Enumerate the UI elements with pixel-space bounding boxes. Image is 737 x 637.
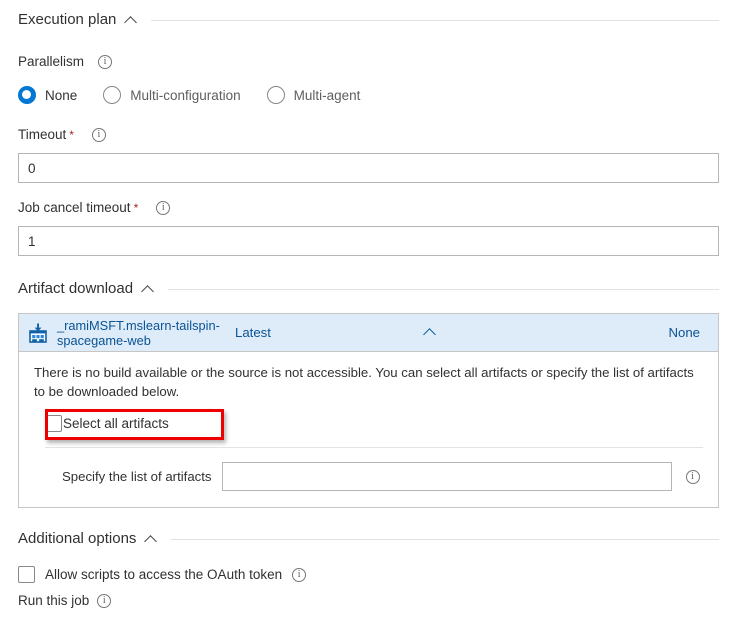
chevron-up-icon-artifact-download[interactable] (142, 283, 155, 296)
info-icon-timeout[interactable] (91, 128, 106, 142)
radio-option-multi-configuration[interactable]: Multi-configuration (103, 86, 241, 104)
specify-artifacts-label: Specify the list of artifacts (62, 469, 212, 484)
chevron-up-icon-artifact[interactable] (424, 326, 437, 339)
info-icon-run-this-job[interactable] (97, 593, 112, 608)
job-cancel-timeout-input[interactable]: 1 (18, 226, 719, 256)
run-this-job-label: Run this job (18, 593, 90, 608)
artifact-name: _ramiMSFT.mslearn-tailspin-spacegame-web (57, 317, 220, 348)
job-cancel-timeout-label-row: Job cancel timeout * (0, 200, 737, 216)
radio-label-none: None (45, 87, 78, 103)
section-header-artifact-download[interactable]: Artifact download (0, 280, 737, 298)
radio-label-multi-configuration: Multi-configuration (130, 87, 241, 103)
info-icon-allow-oauth-token[interactable] (292, 567, 307, 582)
section-divider (171, 538, 719, 540)
artifact-expand-toggle[interactable] (410, 326, 450, 339)
section-divider (168, 288, 719, 290)
radio-mark-none[interactable] (18, 86, 36, 104)
timeout-label-row: Timeout * (0, 127, 737, 143)
select-all-artifacts-label: Select all artifacts (63, 416, 169, 431)
timeout-input-value: 0 (28, 160, 36, 176)
artifact-version: Latest (235, 325, 271, 340)
select-all-artifacts-checkbox[interactable] (45, 415, 62, 432)
radio-option-multi-agent[interactable]: Multi-agent (266, 86, 361, 104)
section-title-execution-plan: Execution plan (18, 11, 117, 28)
job-cancel-timeout-input-value: 1 (28, 233, 36, 249)
specify-artifacts-row: Specify the list of artifacts (62, 462, 703, 491)
radio-option-none[interactable]: None (18, 86, 77, 104)
artifact-no-build-message: There is no build available or the sourc… (34, 365, 694, 399)
run-this-job-row: Run this job (0, 593, 737, 608)
allow-oauth-token-checkbox[interactable] (18, 566, 35, 583)
section-header-additional-options[interactable]: Additional options (0, 530, 737, 548)
specify-artifacts-input[interactable] (221, 462, 672, 491)
artifact-download-icon (27, 322, 49, 344)
select-all-artifacts-checkbox-row[interactable]: Select all artifacts (45, 415, 169, 432)
section-title-artifact-download: Artifact download (18, 280, 134, 297)
allow-oauth-token-label: Allow scripts to access the OAuth token (45, 567, 283, 582)
chevron-up-icon-execution-plan[interactable] (125, 14, 138, 27)
job-cancel-timeout-label: Job cancel timeout (18, 200, 131, 215)
artifact-download-type[interactable]: None (668, 325, 700, 340)
select-all-artifacts-region: Select all artifacts (34, 409, 703, 440)
panel-divider (45, 447, 703, 448)
section-title-additional-options: Additional options (18, 530, 137, 547)
parallelism-label-row: Parallelism (0, 54, 737, 70)
chevron-up-icon-additional-options[interactable] (145, 533, 158, 546)
info-icon-specify-artifacts[interactable] (685, 469, 700, 484)
artifact-download-panel: _ramiMSFT.mslearn-tailspin-spacegame-web… (18, 313, 719, 508)
info-icon-parallelism[interactable] (98, 55, 113, 69)
parallelism-radio-group: None Multi-configuration Multi-agent (0, 86, 737, 104)
section-divider (151, 19, 719, 21)
timeout-required-marker: * (69, 128, 74, 142)
timeout-input[interactable]: 0 (18, 153, 719, 183)
parallelism-label: Parallelism (18, 54, 85, 69)
radio-mark-multi-configuration[interactable] (103, 86, 122, 104)
radio-mark-multi-agent[interactable] (266, 86, 285, 104)
job-cancel-timeout-required-marker: * (133, 201, 139, 215)
timeout-label: Timeout (18, 127, 67, 142)
radio-label-multi-agent: Multi-agent (293, 87, 361, 103)
allow-oauth-token-row[interactable]: Allow scripts to access the OAuth token (0, 566, 737, 583)
info-icon-job-cancel-timeout[interactable] (156, 201, 171, 215)
artifact-panel-body: There is no build available or the sourc… (19, 352, 718, 507)
artifact-row-header[interactable]: _ramiMSFT.mslearn-tailspin-spacegame-web… (19, 314, 718, 352)
section-header-execution-plan[interactable]: Execution plan (0, 11, 737, 29)
